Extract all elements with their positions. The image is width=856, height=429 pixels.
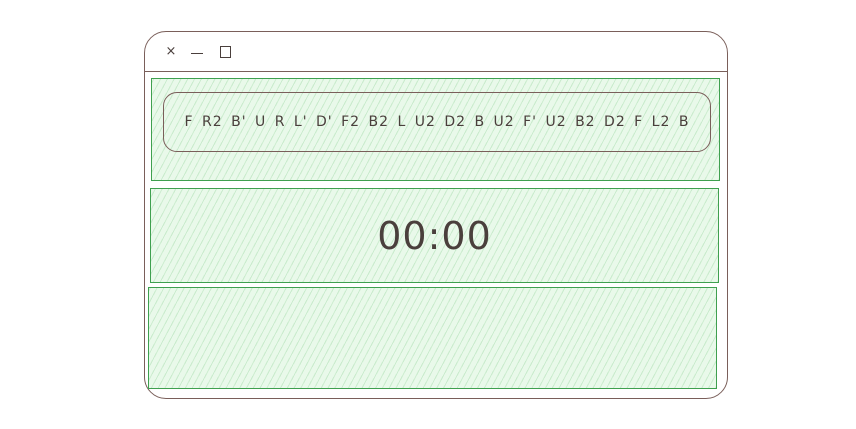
maximize-glyph bbox=[219, 46, 231, 58]
timer-display[interactable]: 00:00 bbox=[151, 189, 718, 282]
stage: × F R2 B' U R L' D' F2 B2 L U2 D2 B U2 F… bbox=[0, 0, 856, 429]
scramble-text: F R2 B' U R L' D' F2 B2 L U2 D2 B U2 F' … bbox=[163, 92, 711, 152]
timer-panel[interactable]: 00:00 bbox=[150, 188, 719, 283]
scramble-panel: F R2 B' U R L' D' F2 B2 L U2 D2 B U2 F' … bbox=[151, 78, 720, 181]
close-icon[interactable]: × bbox=[165, 44, 177, 60]
minimize-icon[interactable] bbox=[189, 44, 205, 60]
title-bar: × bbox=[145, 32, 727, 72]
minimize-glyph bbox=[191, 53, 203, 54]
title-bar-divider bbox=[145, 71, 727, 72]
maximize-icon[interactable] bbox=[219, 44, 231, 60]
app-window: × F R2 B' U R L' D' F2 B2 L U2 D2 B U2 F… bbox=[144, 31, 728, 399]
results-panel bbox=[148, 287, 717, 389]
